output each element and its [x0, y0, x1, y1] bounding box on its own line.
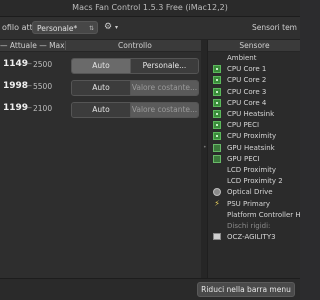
toolbar: ofilo attivo: Personale* ⇅ ⚙ ▾ Sensori t… — [0, 17, 300, 40]
window-title: Macs Fan Control 1.5.3 Free (iMac12,2) — [0, 0, 300, 17]
fan-row: 1199 — 2100 Auto Valore costante... — [0, 99, 201, 121]
sensor-row[interactable]: GPU PECI — [208, 154, 300, 165]
auto-button[interactable]: Auto — [72, 59, 130, 73]
chip-icon — [213, 98, 221, 107]
sensor-name: Optical Drive — [227, 188, 273, 197]
splitter-handle-icon: • — [203, 144, 207, 151]
sensor-name: OCZ-AGILITY3 — [227, 233, 276, 242]
sensor-name: CPU PECI — [227, 121, 260, 130]
sensor-row[interactable]: Optical Drive — [208, 187, 300, 198]
sensor-name: Dischi rigidi: — [227, 222, 271, 230]
sensor-row[interactable]: CPU PECI — [208, 120, 300, 131]
fan-control-segment: Auto Valore costante... — [71, 80, 199, 96]
hdd-icon — [213, 233, 221, 241]
settings-menu-button[interactable]: ⚙ ▾ — [104, 21, 126, 34]
sensor-row[interactable]: CPU Heatsink — [208, 109, 300, 120]
auto-button[interactable]: Auto — [72, 103, 130, 117]
fan-max-rpm: 5500 — [33, 82, 53, 91]
profile-select[interactable]: Personale* ⇅ — [32, 21, 98, 34]
sensor-row[interactable]: CPU Proximity — [208, 131, 300, 142]
sensor-row[interactable]: ⚡ PSU Primary — [208, 199, 300, 210]
sensor-row[interactable]: CPU Core 4 — [208, 98, 300, 109]
profile-select-value: Personale* — [37, 24, 78, 33]
chip-icon — [213, 132, 221, 141]
disc-icon — [213, 188, 221, 197]
custom-button[interactable]: Personale... — [130, 59, 198, 73]
sensor-name: LCD Proximity — [227, 166, 277, 174]
sensors-label: Sensori tem — [251, 23, 297, 32]
rpm-column-label: — Attuale — Max — [0, 41, 65, 50]
sensor-row[interactable]: LCD Proximity — [208, 165, 300, 176]
column-divider — [65, 41, 66, 50]
chip-icon — [213, 65, 221, 74]
sensor-row[interactable]: Platform Controller Hub — [208, 210, 300, 221]
sensor-name: LCD Proximity 2 — [227, 177, 283, 186]
gear-icon: ⚙ — [104, 22, 113, 32]
sensor-row[interactable]: OCZ-AGILITY3 — [208, 232, 300, 243]
rpm-separator: — — [24, 103, 32, 112]
constant-value-button[interactable]: Valore costante... — [130, 81, 198, 95]
bolt-icon: ⚡ — [214, 198, 220, 208]
auto-button[interactable]: Auto — [72, 81, 130, 95]
sensor-name: GPU Heatsink — [227, 143, 275, 152]
sensor-group-header: Dischi rigidi: — [208, 221, 300, 232]
sensor-name: CPU Core 4 — [227, 98, 267, 107]
sensor-row[interactable]: LCD Proximity 2 — [208, 176, 300, 187]
rpm-separator: — — [24, 59, 32, 68]
minimize-to-menubar-button[interactable]: Riduci nella barra menu — [197, 282, 295, 297]
constant-value-button[interactable]: Valore costante... — [130, 103, 198, 117]
sensor-name: Platform Controller Hub — [227, 210, 300, 219]
sensor-name: CPU Core 2 — [227, 76, 267, 85]
fan-max-rpm: 2100 — [33, 104, 53, 113]
fans-panel: — Attuale — Max Controllo 1149 — 2500 Au… — [0, 40, 201, 278]
bottom-bar: Riduci nella barra menu — [0, 278, 300, 300]
sensor-row[interactable]: CPU Core 2 — [208, 75, 300, 86]
fan-row: 1149 — 2500 Auto Personale... — [0, 55, 201, 77]
sensor-name: PSU Primary — [227, 199, 271, 208]
rpm-separator: — — [24, 81, 32, 90]
app-window: Macs Fan Control 1.5.3 Free (iMac12,2) o… — [0, 0, 300, 300]
gpu-icon — [213, 143, 221, 152]
chip-icon — [213, 121, 221, 130]
chip-icon — [213, 87, 221, 96]
sensor-name: CPU Heatsink — [227, 110, 275, 118]
fan-control-segment: Auto Valore costante... — [71, 102, 199, 118]
chevron-updown-icon: ⇅ — [88, 25, 94, 32]
chip-icon — [213, 76, 221, 85]
sensor-name: CPU Core 1 — [227, 65, 267, 74]
chip-icon — [213, 110, 221, 118]
sensors-panel: Sensore Ambient CPU Core 1 CPU Core 2 CPU C… — [207, 40, 300, 278]
fan-control-segment: Auto Personale... — [71, 58, 199, 74]
sensor-name: CPU Proximity — [227, 132, 277, 141]
fan-row: 1998 — 5500 Auto Valore costante... — [0, 77, 201, 99]
chevron-down-icon: ▾ — [115, 24, 119, 31]
sensor-name: CPU Core 3 — [227, 87, 267, 96]
sensor-row[interactable]: CPU Core 3 — [208, 87, 300, 98]
fans-column-header: — Attuale — Max Controllo — [0, 40, 201, 52]
sensor-name: GPU PECI — [227, 154, 260, 163]
sensor-row[interactable]: GPU Heatsink — [208, 143, 300, 154]
gpu-icon — [213, 154, 221, 163]
control-column-label: Controllo — [118, 41, 152, 50]
sensor-column-header: Sensore — [208, 40, 300, 52]
sensor-row[interactable]: Ambient — [208, 53, 300, 64]
sensor-row[interactable]: CPU Core 1 — [208, 64, 300, 75]
sensor-name: Ambient — [227, 54, 257, 62]
fan-max-rpm: 2500 — [33, 60, 53, 69]
